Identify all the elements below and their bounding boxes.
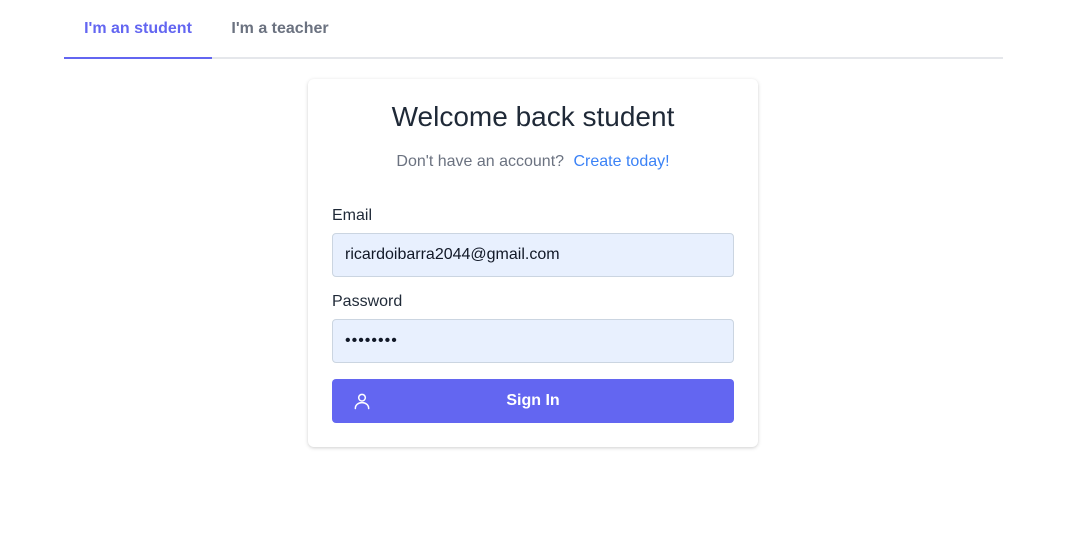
signup-prompt: Don't have an account? <box>396 153 565 170</box>
tab-student[interactable]: I'm an student <box>64 0 212 59</box>
login-page: I'm an student I'm a teacher Welcome bac… <box>0 0 1078 534</box>
password-label: Password <box>332 293 403 310</box>
user-icon <box>354 393 370 410</box>
create-account-link[interactable]: Create today! <box>574 153 670 170</box>
email-field[interactable] <box>332 233 734 277</box>
tab-teacher[interactable]: I'm a teacher <box>212 0 348 57</box>
page-title: Welcome back student <box>391 101 675 132</box>
role-tabs: I'm an student I'm a teacher <box>64 0 1003 59</box>
login-card: Welcome back student Don't have an accou… <box>308 79 758 447</box>
sign-in-label: Sign In <box>506 392 560 409</box>
signup-row: Don't have an account? Create today! <box>308 153 758 171</box>
email-label: Email <box>332 207 373 224</box>
sign-in-button[interactable]: Sign In <box>332 379 734 423</box>
password-field[interactable] <box>332 319 734 363</box>
